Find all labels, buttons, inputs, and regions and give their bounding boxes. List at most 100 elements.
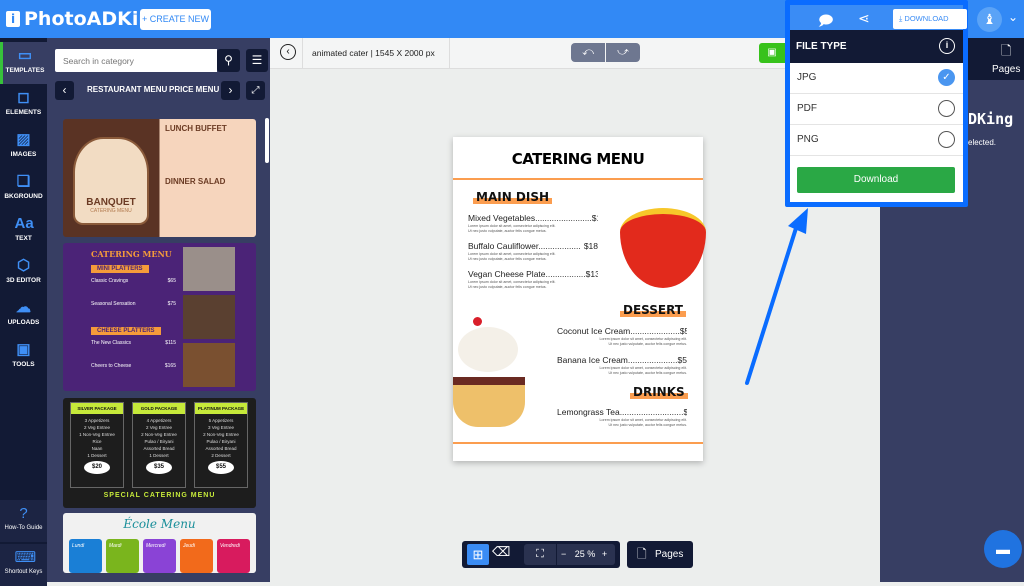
undo-button[interactable]: ⤺ bbox=[571, 43, 605, 62]
day-card: Lundi bbox=[69, 539, 102, 573]
package-line: 5 Appetizers bbox=[208, 418, 234, 423]
item-price: $13 bbox=[585, 269, 598, 279]
save-button[interactable]: ▣ bbox=[759, 43, 785, 63]
share-icon[interactable]: ⋖ bbox=[858, 10, 870, 27]
template-title: SPECIAL CATERING MENU bbox=[103, 492, 216, 499]
shapes-icon: ◻ bbox=[17, 89, 30, 106]
food-photo bbox=[183, 247, 235, 291]
pages-button[interactable]: 🗋 Pages bbox=[627, 541, 693, 568]
food-photo bbox=[183, 343, 235, 387]
package-price: $35 bbox=[146, 461, 172, 474]
category-prev-button[interactable]: ‹ bbox=[55, 81, 74, 100]
item-description: Lorem ipsum dolor sit amet, consectetur … bbox=[599, 418, 688, 427]
package-line: 2 Non-Veg Entree bbox=[203, 432, 239, 437]
document-info: animated cater | 1545 X 2000 px bbox=[302, 38, 450, 68]
food-photo bbox=[183, 295, 235, 339]
package-name: SILVER PACKAGE bbox=[71, 403, 123, 414]
menu-title: CATERING MENU bbox=[511, 150, 645, 168]
sidebar-item-tools[interactable]: ▣ TOOLS bbox=[0, 336, 47, 378]
package-line: 1 Dessert bbox=[87, 453, 107, 458]
item-description: Lorem ipsum dolor sit amet, consectetur … bbox=[468, 224, 556, 233]
download-button[interactable]: Download bbox=[797, 167, 955, 193]
zoom-in-button[interactable]: + bbox=[602, 549, 607, 559]
search-button[interactable]: ⚲ bbox=[217, 49, 240, 72]
package-name: GOLD PACKAGE bbox=[133, 403, 185, 414]
package-line: Pulao / Biryani bbox=[206, 439, 236, 444]
menu-item: Mixed Vegetables........................… bbox=[468, 213, 598, 234]
template-thumbnail-banquet[interactable]: BANQUET CATERING MENU LUNCH BUFFET DINNE… bbox=[63, 119, 256, 237]
presentation-icon[interactable]: ⛶ bbox=[524, 544, 556, 565]
template-item: Cheers to Cheese $165 bbox=[91, 363, 176, 369]
item-price: $5 bbox=[679, 326, 687, 336]
file-type-pdf[interactable]: PDF bbox=[790, 94, 963, 125]
radio-button[interactable] bbox=[938, 100, 955, 117]
package-line: 3 Appetizers bbox=[84, 418, 110, 423]
template-thumbnail-special-catering[interactable]: SILVER PACKAGE 3 Appetizers 2 Veg Entree 1 … bbox=[63, 398, 256, 508]
download-popup: 🗩 ⋖ ⤓ DOWNLOAD FILE TYPE i JPG ✓ PDF PNG … bbox=[785, 0, 968, 207]
grid-icon[interactable]: ⊞ bbox=[467, 544, 489, 565]
template-thumbnail-ecole-menu[interactable]: École Menu Lundi Mardi Mercredi Jeudi Vendre… bbox=[63, 513, 256, 573]
sidebar-item-3d-editor[interactable]: ⬡ 3D EDITOR bbox=[0, 252, 47, 294]
item-name: Vegan Cheese Plate................. bbox=[468, 269, 586, 279]
zoom-out-button[interactable]: − bbox=[561, 549, 566, 559]
expand-icon[interactable]: ⤢ bbox=[246, 81, 265, 100]
item-name: Buffalo Cauliflower.................. bbox=[468, 241, 581, 251]
list-view-button[interactable]: ☰ bbox=[246, 49, 268, 72]
sidebar-item-text[interactable]: Aa TEXT bbox=[0, 210, 47, 252]
redo-button[interactable]: ⤻ bbox=[606, 43, 640, 62]
radio-button[interactable] bbox=[938, 131, 955, 148]
template-item: The New Classics $115 bbox=[91, 340, 176, 346]
sidebar-item-uploads[interactable]: ☁ UPLOADS bbox=[0, 294, 47, 336]
day-card: Mercredi bbox=[143, 539, 176, 573]
checkmark-icon[interactable]: ✓ bbox=[938, 69, 955, 86]
download-icon: ⤓ bbox=[899, 14, 903, 23]
sidebar-item-images[interactable]: ▨ IMAGES bbox=[0, 126, 47, 168]
background-icon: ❏ bbox=[16, 173, 31, 190]
search-input[interactable] bbox=[55, 49, 217, 72]
eraser-icon[interactable]: ⌫ bbox=[492, 544, 510, 560]
item-description: Lorem ipsum dolor sit amet, consectetur … bbox=[468, 252, 556, 261]
toolbox-icon: ▣ bbox=[16, 341, 31, 358]
tab-pages[interactable]: 🗋 Pages bbox=[992, 42, 1020, 75]
image-icon: ▨ bbox=[16, 131, 31, 148]
category-restaurant-menu[interactable]: RESTAURANT MENU bbox=[87, 85, 167, 94]
chat-icon[interactable]: ▬ bbox=[984, 530, 1022, 568]
document-name[interactable]: animated cater bbox=[312, 48, 368, 58]
soup-bowl-image bbox=[616, 200, 706, 290]
package-line: 3 Veg Entree bbox=[207, 425, 235, 430]
template-section: MINI PLATTERS bbox=[91, 265, 149, 273]
shortcut-keys-button[interactable]: ⌨ Shortout Keys bbox=[0, 544, 47, 586]
package-line: Naan bbox=[91, 446, 103, 451]
sidebar-item-elements[interactable]: ◻ ELEMENTS bbox=[0, 84, 47, 126]
icon-sidebar: ▭ TEMPLATES ◻ ELEMENTS ▨ IMAGES ❏ BKGROUND A… bbox=[0, 38, 47, 586]
download-top-button[interactable]: ⤓ DOWNLOAD bbox=[893, 9, 967, 29]
package-line: 1 Non-Veg Entree bbox=[79, 432, 115, 437]
template-title: CATERING MENU bbox=[91, 249, 172, 259]
file-type-png[interactable]: PNG bbox=[790, 125, 963, 156]
file-type-jpg[interactable]: JPG ✓ bbox=[790, 63, 963, 94]
how-to-guide-button[interactable]: ? How-To Guide bbox=[0, 500, 47, 542]
create-new-button[interactable]: + CREATE NEW bbox=[140, 9, 211, 30]
package-line: Assorted Bread bbox=[205, 446, 237, 451]
banquet-emblem: BANQUET CATERING MENU bbox=[73, 137, 149, 225]
info-icon[interactable]: i bbox=[939, 38, 955, 54]
category-next-button[interactable]: › bbox=[221, 81, 240, 100]
avatar[interactable]: ♝ bbox=[977, 7, 1002, 32]
section-heading: MAIN DISH bbox=[473, 190, 553, 204]
item-price: $5 bbox=[683, 407, 687, 417]
template-title: BANQUET bbox=[86, 197, 136, 208]
editor-toolbar: ‹ animated cater | 1545 X 2000 px ⤺ ⤻ ▣ bbox=[270, 38, 785, 69]
sidebar-item-background[interactable]: ❏ BKGROUND bbox=[0, 168, 47, 210]
canvas-document[interactable]: CATERING MENU MAIN DISH Mixed Vegetables… bbox=[453, 137, 706, 461]
sidebar-item-templates[interactable]: ▭ TEMPLATES bbox=[0, 42, 47, 84]
category-price-menu[interactable]: PRICE MENU bbox=[169, 85, 219, 94]
item-name: Lemongrass Tea..........................… bbox=[557, 407, 684, 417]
chevron-down-icon[interactable]: ⌄ bbox=[1008, 10, 1018, 24]
section-heading: DRINKS bbox=[630, 385, 688, 399]
template-thumbnail-catering-menu[interactable]: CATERING MENU MINI PLATTERS Classic Crav… bbox=[63, 243, 256, 391]
back-icon[interactable]: ‹ bbox=[280, 44, 296, 60]
file-type-header: FILE TYPE i bbox=[790, 30, 963, 63]
menu-item: Coconut Ice Cream..................... $5… bbox=[557, 326, 687, 347]
divider bbox=[453, 178, 703, 180]
panel-scrollbar[interactable] bbox=[265, 118, 269, 163]
